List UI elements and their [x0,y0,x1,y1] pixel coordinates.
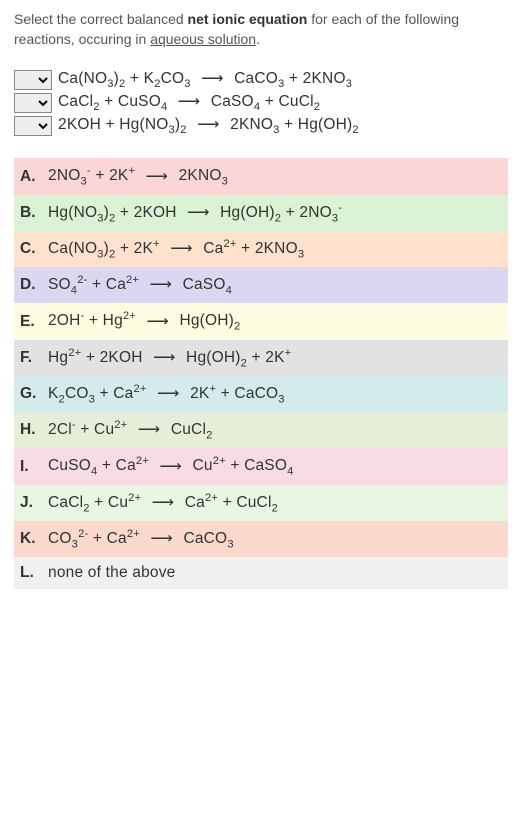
arrow-icon: ⟶ [150,275,172,294]
option-equation: 2Cl- + Cu2+ ⟶ CuCl2 [48,419,213,441]
reaction-select-2[interactable] [14,93,52,113]
arrow-icon: ⟶ [153,348,175,367]
arrow-icon: ⟶ [160,457,182,476]
instr-suffix: . [256,31,260,47]
arrow-icon: ⟶ [178,92,200,111]
option-equation: Ca(NO3)2 + 2K+ ⟶ Ca2+ + 2KNO3 [48,238,304,260]
arrow-icon: ⟶ [147,312,169,331]
arrow-icon: ⟶ [187,203,209,222]
option-row: B. Hg(NO3)2 + 2KOH ⟶ Hg(OH)2 + 2NO3- [14,195,508,231]
arrow-icon: ⟶ [146,167,168,186]
option-row: J. CaCl2 + Cu2+ ⟶ Ca2+ + CuCl2 [14,485,508,521]
arrow-icon: ⟶ [138,420,160,439]
reaction-select-1[interactable] [14,70,52,90]
option-equation: CuSO4 + Ca2+ ⟶ Cu2+ + CaSO4 [48,455,294,477]
arrow-icon: ⟶ [197,115,219,134]
option-label: J. [20,494,40,512]
option-row: L. none of the above [14,557,508,589]
option-row: F. Hg2+ + 2KOH ⟶ Hg(OH)2 + 2K+ [14,340,508,376]
reaction-list: Ca(NO3)2 + K2CO3 ⟶ CaCO3 + 2KNO3CaCl2 + … [14,69,508,136]
option-equation: SO42- + Ca2+ ⟶ CaSO4 [48,274,232,296]
option-row: H. 2Cl- + Cu2+ ⟶ CuCl2 [14,412,508,448]
option-equation: CO32- + Ca2+ ⟶ CaCO3 [48,528,234,550]
arrow-icon: ⟶ [201,69,223,88]
option-row: A. 2NO3- + 2K+ ⟶ 2KNO3 [14,158,508,194]
reaction-equation: 2KOH + Hg(NO3)2 ⟶ 2KNO3 + Hg(OH)2 [58,115,359,136]
option-equation: 2NO3- + 2K+ ⟶ 2KNO3 [48,165,228,187]
option-label: D. [20,276,40,294]
option-label: A. [20,168,40,186]
option-equation: 2OH- + Hg2+ ⟶ Hg(OH)2 [48,310,240,332]
option-label: F. [20,349,40,367]
option-label: L. [20,564,40,582]
option-row: D. SO42- + Ca2+ ⟶ CaSO4 [14,267,508,303]
option-label: C. [20,240,40,258]
reaction-row: 2KOH + Hg(NO3)2 ⟶ 2KNO3 + Hg(OH)2 [14,115,508,136]
option-row: G. K2CO3 + Ca2+ ⟶ 2K+ + CaCO3 [14,376,508,412]
reaction-select-3[interactable] [14,116,52,136]
arrow-icon: ⟶ [157,384,179,403]
options-list: A. 2NO3- + 2K+ ⟶ 2KNO3 B. Hg(NO3)2 + 2KOH ⟶… [14,158,508,589]
option-row: K. CO32- + Ca2+ ⟶ CaCO3 [14,521,508,557]
instructions: Select the correct balanced net ionic eq… [14,10,508,49]
option-row: I. CuSO4 + Ca2+ ⟶ Cu2+ + CaSO4 [14,448,508,484]
option-label: I. [20,458,40,476]
instr-bold: net ionic equation [188,11,308,27]
option-label: G. [20,385,40,403]
reaction-row: Ca(NO3)2 + K2CO3 ⟶ CaCO3 + 2KNO3 [14,69,508,90]
instr-underlined: aqueous solution [150,31,256,47]
option-label: H. [20,421,40,439]
option-equation: none of the above [48,564,176,582]
option-label: B. [20,204,40,222]
reaction-row: CaCl2 + CuSO4 ⟶ CaSO4 + CuCl2 [14,92,508,113]
arrow-icon: ⟶ [151,529,173,548]
reaction-equation: Ca(NO3)2 + K2CO3 ⟶ CaCO3 + 2KNO3 [58,69,352,90]
option-equation: CaCl2 + Cu2+ ⟶ Ca2+ + CuCl2 [48,492,278,514]
option-row: E. 2OH- + Hg2+ ⟶ Hg(OH)2 [14,303,508,339]
option-equation: Hg(NO3)2 + 2KOH ⟶ Hg(OH)2 + 2NO3- [48,202,342,224]
option-label: K. [20,530,40,548]
arrow-icon: ⟶ [152,493,174,512]
option-row: C. Ca(NO3)2 + 2K+ ⟶ Ca2+ + 2KNO3 [14,231,508,267]
option-equation: K2CO3 + Ca2+ ⟶ 2K+ + CaCO3 [48,383,285,405]
option-equation: Hg2+ + 2KOH ⟶ Hg(OH)2 + 2K+ [48,347,291,369]
arrow-icon: ⟶ [170,239,192,258]
reaction-equation: CaCl2 + CuSO4 ⟶ CaSO4 + CuCl2 [58,92,320,113]
instr-prefix: Select the correct balanced [14,11,188,27]
option-label: E. [20,313,40,331]
